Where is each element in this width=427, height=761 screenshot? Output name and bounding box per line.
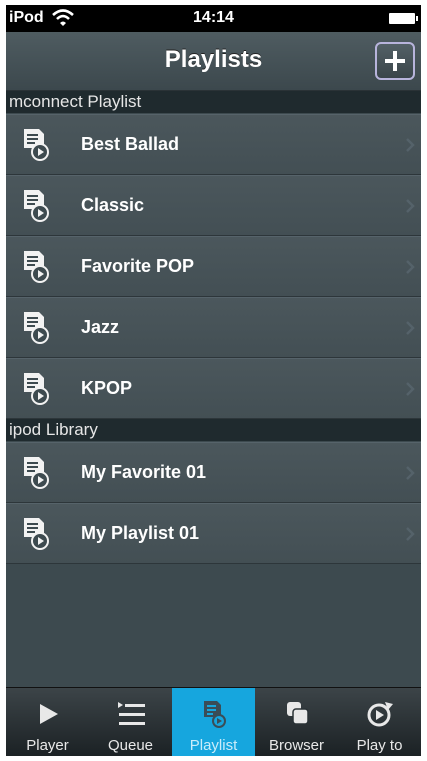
playlist-icon bbox=[22, 189, 50, 223]
page-title: Playlists bbox=[164, 46, 263, 73]
queue-icon bbox=[114, 700, 148, 728]
playlist-icon bbox=[22, 128, 50, 162]
navigation-bar: Playlists bbox=[6, 32, 421, 91]
playlist-icon bbox=[22, 250, 50, 284]
play-icon bbox=[31, 700, 65, 728]
playlist-icon bbox=[197, 700, 231, 728]
app-screen: iPod 14:14 Playlists mconnect Playlist B… bbox=[6, 5, 421, 756]
tab-label: Browser bbox=[268, 737, 324, 754]
playlist-name: Favorite POP bbox=[81, 256, 195, 276]
playlist-row[interactable]: My Playlist 01 bbox=[6, 503, 421, 564]
section-header: ipod Library bbox=[6, 419, 421, 441]
playlist-row[interactable]: KPOP bbox=[6, 358, 421, 419]
playlist-name: My Playlist 01 bbox=[81, 523, 200, 543]
tab-label: Player bbox=[26, 737, 69, 754]
tab-queue[interactable]: Queue bbox=[89, 688, 172, 756]
playlist-icon bbox=[22, 372, 50, 406]
tab-browser[interactable]: Browser bbox=[255, 688, 338, 756]
chevron-right-icon bbox=[405, 465, 415, 481]
tab-playlist[interactable]: Playlist bbox=[172, 688, 255, 756]
chevron-right-icon bbox=[405, 381, 415, 397]
playlist-icon bbox=[22, 456, 50, 490]
add-playlist-button[interactable] bbox=[375, 42, 415, 80]
plus-icon bbox=[385, 51, 405, 71]
tab-play-to[interactable]: Play to bbox=[338, 688, 421, 756]
playlist-row[interactable]: Favorite POP bbox=[6, 236, 421, 297]
status-bar: iPod 14:14 bbox=[6, 5, 421, 32]
chevron-right-icon bbox=[405, 259, 415, 275]
play-to-icon bbox=[363, 700, 397, 728]
playlist-row[interactable]: Best Ballad bbox=[6, 114, 421, 175]
playlist-icon bbox=[22, 517, 50, 551]
playlist-name: KPOP bbox=[81, 378, 133, 398]
playlist-row[interactable]: Jazz bbox=[6, 297, 421, 358]
status-time: 14:14 bbox=[193, 9, 234, 26]
tab-player[interactable]: Player bbox=[6, 688, 89, 756]
battery-icon bbox=[389, 13, 418, 24]
playlist-row[interactable]: My Favorite 01 bbox=[6, 442, 421, 503]
playlist-name: Classic bbox=[81, 195, 145, 215]
chevron-right-icon bbox=[405, 137, 415, 153]
chevron-right-icon bbox=[405, 320, 415, 336]
playlist-row[interactable]: Classic bbox=[6, 175, 421, 236]
tab-bar: Player Queue Playlist Browser Play to bbox=[6, 687, 421, 756]
playlist-name: Best Ballad bbox=[81, 134, 180, 154]
playlist-name: Jazz bbox=[81, 317, 120, 337]
chevron-right-icon bbox=[405, 198, 415, 214]
chevron-right-icon bbox=[405, 526, 415, 542]
playlist-name: My Favorite 01 bbox=[81, 462, 207, 482]
tab-label: Play to bbox=[356, 737, 403, 754]
browser-icon bbox=[280, 700, 314, 728]
tab-label: Playlist bbox=[189, 737, 238, 754]
section-header: mconnect Playlist bbox=[6, 91, 421, 113]
playlist-icon bbox=[22, 311, 50, 345]
tab-label: Queue bbox=[107, 737, 154, 754]
